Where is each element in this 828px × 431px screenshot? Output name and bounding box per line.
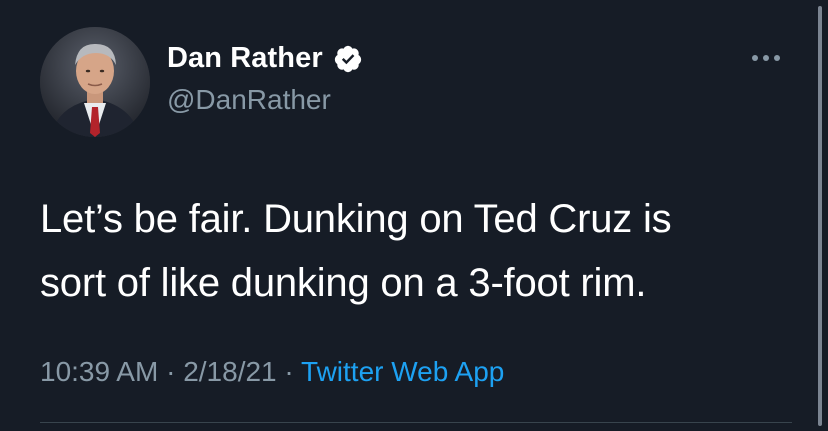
more-options-icon[interactable] xyxy=(752,50,788,66)
dot-icon xyxy=(774,55,780,61)
author-handle[interactable]: @DanRather xyxy=(167,84,331,116)
tweet-card: Dan Rather @DanRather Let’s be fair. Dun… xyxy=(0,0,828,431)
tweet-source-link[interactable]: Twitter Web App xyxy=(301,356,504,387)
tweet-time[interactable]: 10:39 AM xyxy=(40,356,158,387)
dot-icon xyxy=(752,55,758,61)
tweet-text-line: sort of like dunking on a 3-foot rim. xyxy=(40,261,647,305)
tweet-date[interactable]: 2/18/21 xyxy=(183,356,276,387)
divider xyxy=(40,422,792,423)
avatar[interactable] xyxy=(40,27,150,137)
author-display-name[interactable]: Dan Rather xyxy=(167,42,323,75)
separator: · xyxy=(276,356,302,387)
author-name-row: Dan Rather xyxy=(167,42,363,75)
avatar-image xyxy=(40,27,150,137)
dot-icon xyxy=(763,55,769,61)
scrollbar[interactable] xyxy=(818,6,822,426)
tweet-text-line: Let’s be fair. Dunking on Ted Cruz is xyxy=(40,197,672,241)
tweet-metadata: 10:39 AM · 2/18/21 · Twitter Web App xyxy=(40,356,504,388)
separator: · xyxy=(158,356,184,387)
verified-badge-icon xyxy=(333,44,363,74)
tweet-text: Let’s be fair. Dunking on Ted Cruz is so… xyxy=(40,187,780,315)
